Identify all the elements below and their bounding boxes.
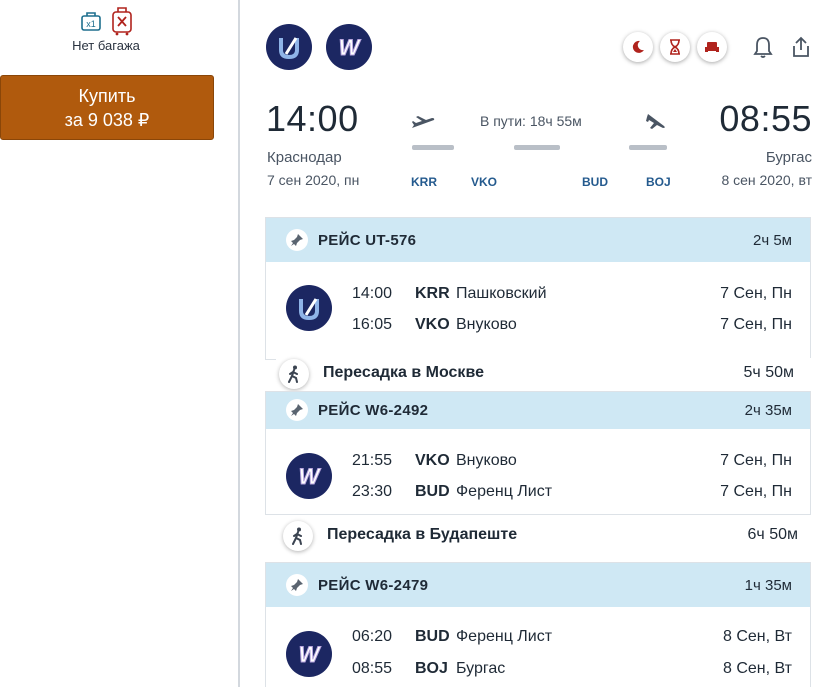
row-airport-name: Ференц Лист [456, 483, 553, 500]
row-airport-code: BUD [415, 483, 450, 500]
left-panel: x1 Нет багажа Купить за 9 038 ₽ [0, 0, 240, 687]
row-time: 14:00 [352, 285, 393, 302]
pin-icon[interactable] [286, 574, 308, 596]
wizzair-logo: W [326, 24, 372, 70]
takeoff-icon [410, 114, 436, 137]
route-segment-line [629, 145, 667, 150]
departure-city: Краснодар [267, 149, 342, 166]
long-layover-icon[interactable] [660, 32, 690, 62]
row-date: 7 Сен, Пн [720, 285, 792, 302]
row-time: 06:20 [352, 628, 393, 645]
flight-duration: 2ч 35м [744, 402, 792, 419]
row-airport-code: BUD [415, 628, 450, 645]
transfer-label: Пересадка в Будапеште [327, 526, 518, 543]
itinerary-row: 08:55 BOJ Бургас 8 Сен, Вт [352, 660, 792, 682]
flight-number: РЕЙС W6-2492 [318, 402, 429, 419]
svg-text:W: W [339, 35, 362, 60]
hand-luggage-icon: x1 [80, 10, 102, 32]
bell-icon[interactable] [750, 34, 776, 60]
row-airport-code: KRR [415, 285, 450, 302]
row-date: 8 Сен, Вт [723, 628, 792, 645]
row-time: 23:30 [352, 483, 393, 500]
flight-duration: 2ч 5м [753, 231, 792, 249]
segment-card: РЕЙС W6-2492 2ч 35м W 21:55 VKO Внуково … [265, 391, 811, 515]
route-code-stop: VKO [471, 175, 498, 189]
departure-time: 14:00 [266, 98, 359, 139]
row-date: 7 Сен, Пн [720, 452, 792, 469]
segment-header[interactable]: РЕЙС W6-2492 2ч 35м [266, 392, 810, 429]
buy-button[interactable]: Купить за 9 038 ₽ [0, 75, 214, 140]
itinerary-row: 06:20 BUD Ференц Лист 8 Сен, Вт [352, 628, 792, 650]
total-duration: В пути: 18ч 55м [480, 113, 582, 129]
segment-card: РЕЙС W6-2479 1ч 35м W 06:20 BUD Ференц Л… [265, 562, 811, 687]
transfer-duration: 5ч 50м [743, 364, 794, 381]
row-airport-code: VKO [415, 452, 450, 469]
row-date: 8 Сен, Вт [723, 660, 792, 677]
transfer-duration: 6ч 50м [747, 526, 798, 543]
pin-icon[interactable] [286, 399, 308, 421]
flight-number: РЕЙС UT-576 [318, 231, 417, 249]
row-airport-name: Пашковский [456, 285, 547, 302]
baggage-label: Нет багажа [72, 38, 140, 53]
buy-price: за 9 038 ₽ [64, 110, 150, 130]
seat-icon[interactable] [697, 32, 727, 62]
route-segment-line [412, 145, 454, 150]
row-airport-name: Ференц Лист [456, 628, 553, 645]
arrival-city: Бургас [765, 149, 812, 166]
wizzair-logo: W [286, 631, 332, 677]
row-time: 16:05 [352, 316, 393, 333]
departure-date: 7 сен 2020, пн [267, 172, 360, 188]
share-icon[interactable] [788, 34, 814, 60]
night-flight-icon[interactable] [623, 32, 653, 62]
baggage-icons: x1 [80, 6, 136, 36]
walking-icon [279, 359, 309, 389]
transfer-label: Пересадка в Москве [323, 364, 484, 381]
utair-logo [266, 24, 312, 70]
row-airport-name: Бургас [456, 660, 506, 677]
landing-icon [644, 110, 668, 139]
transfer-row: Пересадка в Москве 5ч 50м [276, 358, 816, 390]
svg-text:W: W [299, 642, 322, 667]
row-date: 7 Сен, Пн [720, 483, 792, 500]
segment-card: РЕЙС UT-576 2ч 5м 14:00 KRR Пашковский 7… [265, 217, 811, 360]
row-airport-code: BOJ [415, 660, 448, 677]
wizzair-logo: W [286, 453, 332, 499]
walking-icon [283, 521, 313, 551]
segment-header[interactable]: РЕЙС W6-2479 1ч 35м [266, 563, 810, 607]
svg-text:W: W [299, 464, 322, 489]
row-airport-code: VKO [415, 316, 450, 333]
route-segment-line [514, 145, 560, 150]
itinerary-row: 16:05 VKO Внуково 7 Сен, Пн [352, 316, 792, 338]
pin-icon[interactable] [286, 229, 308, 251]
itinerary-row: 23:30 BUD Ференц Лист 7 Сен, Пн [352, 483, 792, 505]
row-time: 21:55 [352, 452, 393, 469]
transfer-row: Пересадка в Будапеште 6ч 50м [280, 520, 816, 552]
arrival-date: 8 сен 2020, вт [721, 172, 812, 188]
row-time: 08:55 [352, 660, 393, 677]
flight-duration: 1ч 35м [744, 576, 792, 594]
row-airport-name: Внуково [456, 316, 517, 333]
route-code-destination: BOJ [646, 175, 671, 189]
itinerary-row: 14:00 KRR Пашковский 7 Сен, Пн [352, 285, 792, 307]
arrival-time: 08:55 [719, 98, 812, 139]
buy-label: Купить [78, 86, 136, 106]
flight-number: РЕЙС W6-2479 [318, 576, 429, 594]
row-date: 7 Сен, Пн [720, 316, 792, 333]
column-divider [238, 0, 240, 687]
utair-logo [286, 285, 332, 331]
route-code-origin: KRR [411, 175, 437, 189]
no-baggage-icon [110, 6, 134, 36]
route-code-stop: BUD [582, 175, 608, 189]
row-airport-name: Внуково [456, 452, 517, 469]
segment-header[interactable]: РЕЙС UT-576 2ч 5м [266, 218, 810, 262]
baggage-badge: x1 [86, 19, 96, 29]
itinerary-row: 21:55 VKO Внуково 7 Сен, Пн [352, 452, 792, 474]
